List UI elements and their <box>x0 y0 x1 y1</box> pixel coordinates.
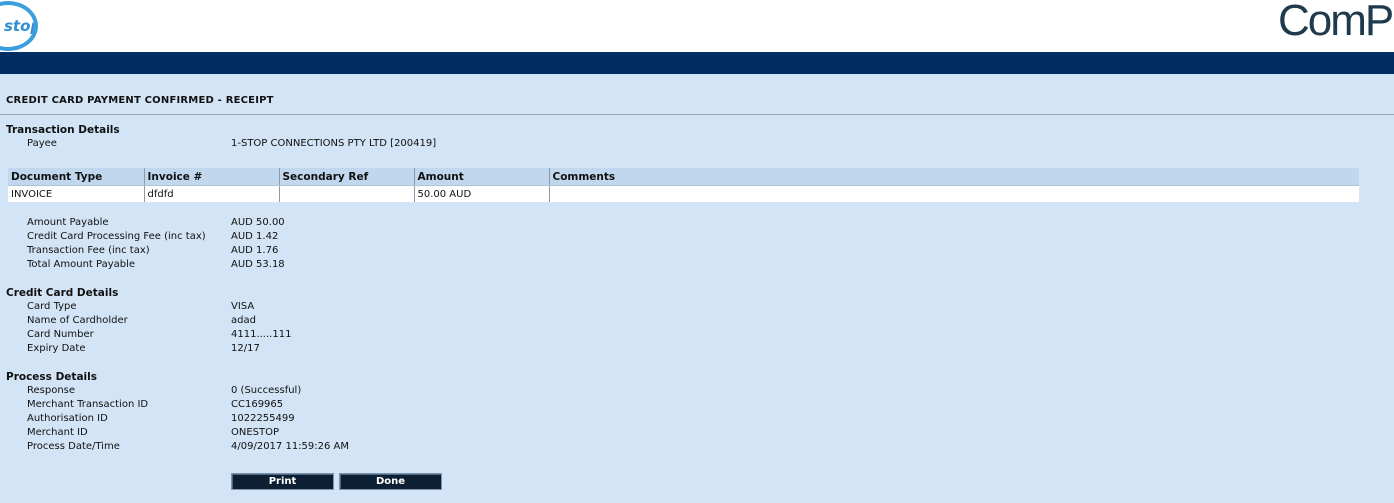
transaction-fee-value: AUD 1.76 <box>231 245 279 256</box>
onestop-logo[interactable]: stop <box>0 1 38 51</box>
process-details-title: Process Details <box>6 371 97 383</box>
process-datetime-label: Process Date/Time <box>27 441 120 452</box>
response-label: Response <box>27 385 76 396</box>
cardholder-value: adad <box>231 315 256 326</box>
expiry-date-value: 12/17 <box>231 343 260 354</box>
merchant-id-value: ONESTOP <box>231 427 280 438</box>
table-row: INVOICE dfdfd 50.00 AUD <box>8 185 1359 202</box>
column-header-document-type: Document Type <box>8 168 145 186</box>
merchant-id-label: Merchant ID <box>27 427 88 438</box>
page-title: CREDIT CARD PAYMENT CONFIRMED - RECEIPT <box>6 95 274 106</box>
cell-comments <box>549 185 1359 202</box>
amount-payable-value: AUD 50.00 <box>231 217 285 228</box>
card-number-value: 4111.....111 <box>231 329 292 340</box>
payee-label: Payee <box>27 138 57 149</box>
navigation-bar <box>0 52 1394 74</box>
cell-document-type: INVOICE <box>8 185 145 202</box>
card-type-label: Card Type <box>27 301 77 312</box>
items-table: Document Type Invoice # Secondary Ref Am… <box>8 168 1359 202</box>
print-button[interactable]: Print <box>231 473 334 490</box>
header: stop ComPa <box>0 0 1394 52</box>
authorisation-id-value: 1022255499 <box>231 413 295 424</box>
transaction-fee-label: Transaction Fee (inc tax) <box>27 245 150 256</box>
done-button[interactable]: Done <box>339 473 442 490</box>
table-header-row: Document Type Invoice # Secondary Ref Am… <box>8 168 1359 186</box>
column-header-secondary-ref: Secondary Ref <box>279 168 415 186</box>
title-divider <box>0 114 1394 115</box>
cell-amount: 50.00 AUD <box>414 185 550 202</box>
authorisation-id-label: Authorisation ID <box>27 413 108 424</box>
cell-secondary-ref <box>279 185 415 202</box>
credit-card-details-title: Credit Card Details <box>6 287 119 299</box>
merchant-transaction-id-label: Merchant Transaction ID <box>27 399 149 410</box>
payee-value: 1-STOP CONNECTIONS PTY LTD [200419] <box>231 138 437 149</box>
expiry-date-label: Expiry Date <box>27 343 86 354</box>
total-amount-label: Total Amount Payable <box>27 259 136 270</box>
column-header-invoice: Invoice # <box>144 168 280 186</box>
card-type-value: VISA <box>231 301 255 312</box>
response-value: 0 (Successful) <box>231 385 302 396</box>
amount-payable-label: Amount Payable <box>27 217 109 228</box>
process-datetime-value: 4/09/2017 11:59:26 AM <box>231 441 350 452</box>
logo-left-text: stop <box>4 17 38 35</box>
cardholder-label: Name of Cardholder <box>27 315 128 326</box>
compass-logo: ComPa <box>1278 0 1394 45</box>
transaction-details-title: Transaction Details <box>6 124 120 136</box>
processing-fee-label: Credit Card Processing Fee (inc tax) <box>27 231 206 242</box>
cell-invoice: dfdfd <box>144 185 280 202</box>
column-header-comments: Comments <box>549 168 1359 186</box>
column-header-amount: Amount <box>414 168 550 186</box>
card-number-label: Card Number <box>27 329 94 340</box>
total-amount-value: AUD 53.18 <box>231 259 285 270</box>
processing-fee-value: AUD 1.42 <box>231 231 279 242</box>
merchant-transaction-id-value: CC169965 <box>231 399 284 410</box>
